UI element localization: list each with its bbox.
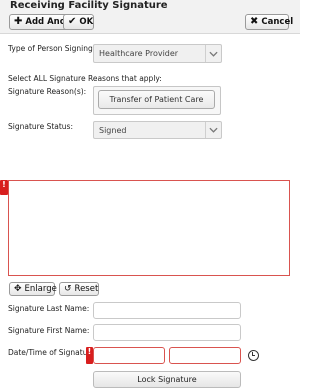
select-all-reasons-label: Select ALL Signature Reasons that apply:	[8, 74, 162, 83]
ok-button[interactable]: ✔ OK	[63, 14, 94, 30]
type-of-person-value: Healthcare Provider	[99, 49, 179, 58]
time-picker-button[interactable]	[246, 347, 260, 363]
signature-first-name-label: Signature First Name:	[8, 326, 90, 335]
signature-pad[interactable]	[8, 180, 290, 276]
expand-arrows-icon: ✥	[14, 283, 22, 294]
cancel-button[interactable]: ✖ Cancel	[245, 14, 293, 30]
signature-date-input[interactable]	[93, 347, 165, 364]
signature-status-label: Signature Status:	[8, 122, 73, 131]
dialog-title: Receiving Facility Signature	[10, 0, 168, 11]
enlarge-button[interactable]: ✥ Enlarge	[9, 282, 57, 296]
signature-status-select[interactable]: Signed	[93, 121, 222, 139]
signature-status-value: Signed	[99, 125, 127, 135]
cancel-label: Cancel	[261, 17, 294, 27]
enlarge-label: Enlarge	[24, 284, 57, 294]
signature-first-name-input[interactable]	[93, 324, 241, 341]
datetime-of-signature-label: Date/Time of Signature:	[8, 348, 98, 357]
signature-last-name-input[interactable]	[93, 302, 241, 319]
signature-last-name-label: Signature Last Name:	[8, 304, 90, 313]
undo-icon: ↺	[64, 283, 72, 294]
clock-icon	[247, 349, 259, 361]
required-error-badge: !	[0, 180, 8, 195]
type-of-person-label: Type of Person Signing:	[8, 44, 96, 53]
signature-reasons-label: Signature Reason(s):	[8, 87, 87, 96]
close-icon: ✖	[250, 16, 259, 27]
checkmark-icon: ✔	[68, 16, 77, 27]
signature-time-input[interactable]	[169, 347, 241, 364]
ok-label: OK	[79, 17, 94, 27]
type-of-person-select[interactable]: Healthcare Provider	[93, 44, 222, 63]
plus-icon: ✚	[14, 16, 23, 27]
transfer-of-patient-care-button[interactable]: Transfer of Patient Care	[98, 90, 215, 109]
chevron-down-icon	[205, 122, 221, 138]
chevron-down-icon	[205, 45, 221, 62]
lock-signature-button[interactable]: Lock Signature	[93, 371, 241, 388]
reset-label: Reset	[74, 284, 99, 294]
reset-button[interactable]: ↺ Reset	[59, 282, 99, 296]
required-error-badge: !	[86, 347, 93, 364]
